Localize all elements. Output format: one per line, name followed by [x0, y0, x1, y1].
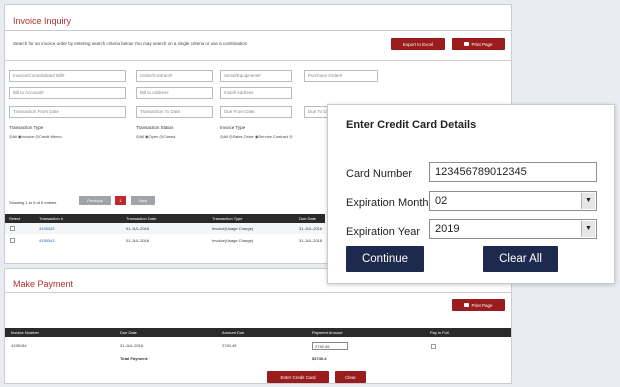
transaction-link[interactable]: 4195342 [39, 226, 55, 231]
transaction-type-options[interactable]: ◎All ◉Invoice ◎Credit Memo [9, 134, 62, 139]
install-address-field[interactable]: Install Address [220, 87, 292, 99]
printer-icon [464, 42, 470, 46]
payment-due-date: 31-JUL-2016 [120, 343, 144, 348]
row-select-checkbox[interactable] [10, 226, 15, 231]
col-invoice-number: Invoice Number [11, 330, 40, 335]
transaction-type: Invoice(Usage Charge) [212, 226, 254, 231]
total-payment-value: $2740.4 [312, 356, 327, 361]
total-payment-label: Total Payment: [120, 356, 149, 361]
expiration-month-select[interactable]: 02 ▼ [429, 191, 597, 211]
due-from-date-field[interactable]: Due From Date [220, 106, 292, 118]
transaction-type: Invoice(Usage Charge) [212, 238, 254, 243]
next-page-button[interactable]: Next [131, 196, 155, 205]
transaction-date: 01-JUL-2016 [126, 226, 150, 231]
dropdown-arrow-icon[interactable]: ▼ [581, 221, 595, 237]
expiration-year-value: 2019 [435, 223, 460, 235]
print-page-label: Print Page [471, 302, 493, 308]
col-due-date: Due Date [120, 330, 137, 335]
make-payment-title: Make Payment [13, 279, 74, 289]
col-payment-amount: Payment Amount [312, 330, 343, 335]
due-date: 31-JUL-2016 [299, 226, 323, 231]
transaction-from-date-field[interactable]: Transaction From Date [9, 106, 126, 118]
col-amount-due: Amount Due [222, 330, 245, 335]
section-divider [5, 60, 511, 61]
payment-amount-input[interactable]: 2740.45 [312, 342, 348, 350]
col-transaction-date: Transaction Date [126, 216, 157, 221]
invoice-number-field[interactable]: Invoice/Consolidated Bill# [9, 70, 126, 82]
col-transaction-type: Transaction Type [212, 216, 243, 221]
title-divider [5, 292, 511, 293]
transaction-status-options[interactable]: ◎All ◉Open ◎Closed [136, 134, 175, 139]
print-page-button[interactable]: Print Page [452, 38, 505, 50]
payment-table-header: Invoice Number Due Date Amount Due Payme… [5, 328, 511, 337]
bill-to-address-field[interactable]: Bill to Address [136, 87, 213, 99]
make-payment-panel: Make Payment Print Page Invoice Number D… [4, 268, 512, 384]
dialog-title: Enter Credit Card Details [346, 119, 477, 131]
print-page-label: Print Page [471, 41, 493, 47]
expiration-month-value: 02 [435, 195, 448, 207]
invoice-inquiry-title: Invoice Inquiry [13, 16, 72, 26]
clear-all-button[interactable]: Clear All [483, 246, 558, 272]
total-row: Total Payment: $2740.4 [5, 354, 511, 364]
transaction-to-date-field[interactable]: Transaction To Date [136, 106, 213, 118]
row-select-checkbox[interactable] [10, 238, 15, 243]
showing-entries-text: Showing 1 to 6 of 6 entries [9, 200, 57, 205]
invoice-number: 4195154 [11, 343, 27, 348]
clear-button[interactable]: Clear [335, 371, 366, 383]
amount-due: 2740.45 [222, 343, 237, 348]
transaction-link[interactable]: 4195343 [39, 238, 55, 243]
col-select: Select [9, 216, 21, 221]
transaction-status-label: Transaction Status [136, 125, 174, 130]
order-contract-field[interactable]: Order/Contract# [136, 70, 213, 82]
enter-credit-card-button[interactable]: Enter Credit Card [267, 371, 329, 383]
col-pay-in-full: Pay in Full [430, 330, 449, 335]
bill-to-account-field[interactable]: Bill to Account# [9, 87, 126, 99]
purchase-order-field[interactable]: Purchase Order# [304, 70, 378, 82]
card-number-label: Card Number [346, 168, 413, 180]
credit-card-dialog: Enter Credit Card Details Card Number 12… [327, 104, 615, 284]
transactions-table-header: Select Transaction # Transaction Date Tr… [5, 214, 325, 223]
payment-print-page-button[interactable]: Print Page [452, 299, 505, 311]
invoice-type-label: Invoice Type [220, 125, 246, 130]
transaction-date: 01-JUL-2016 [126, 238, 150, 243]
col-due-date: Due Date [299, 216, 316, 221]
transaction-type-label: Transaction Type [9, 125, 44, 130]
expiration-month-label: Expiration Month [346, 197, 429, 209]
serial-equipment-field[interactable]: Serial/Equipment# [220, 70, 292, 82]
dropdown-arrow-icon[interactable]: ▼ [581, 193, 595, 209]
due-date: 31-JUL-2016 [299, 238, 323, 243]
page-1-button[interactable]: 1 [115, 196, 126, 205]
table-row: 4195342 01-JUL-2016 Invoice(Usage Charge… [5, 223, 325, 234]
payment-row: 4195154 31-JUL-2016 2740.45 2740.45 [5, 340, 511, 352]
col-transaction: Transaction # [39, 216, 64, 221]
export-to-excel-button[interactable]: Export to Excel [391, 38, 445, 50]
continue-button[interactable]: Continue [346, 246, 424, 272]
printer-icon [464, 303, 470, 307]
table-row: 4195343 01-JUL-2016 Invoice(Usage Charge… [5, 235, 325, 246]
expiration-year-label: Expiration Year [346, 226, 420, 238]
pay-in-full-checkbox[interactable] [431, 344, 436, 349]
previous-page-button[interactable]: Previous [79, 196, 111, 205]
card-number-input[interactable]: 123456789012345 [429, 162, 597, 182]
expiration-year-select[interactable]: 2019 ▼ [429, 219, 597, 239]
search-description: Search for an invoice order by entering … [13, 41, 248, 46]
invoice-type-options[interactable]: ◎All ◎Sales Order ◉Service Contract ◎ [220, 134, 293, 139]
title-divider [5, 30, 511, 31]
